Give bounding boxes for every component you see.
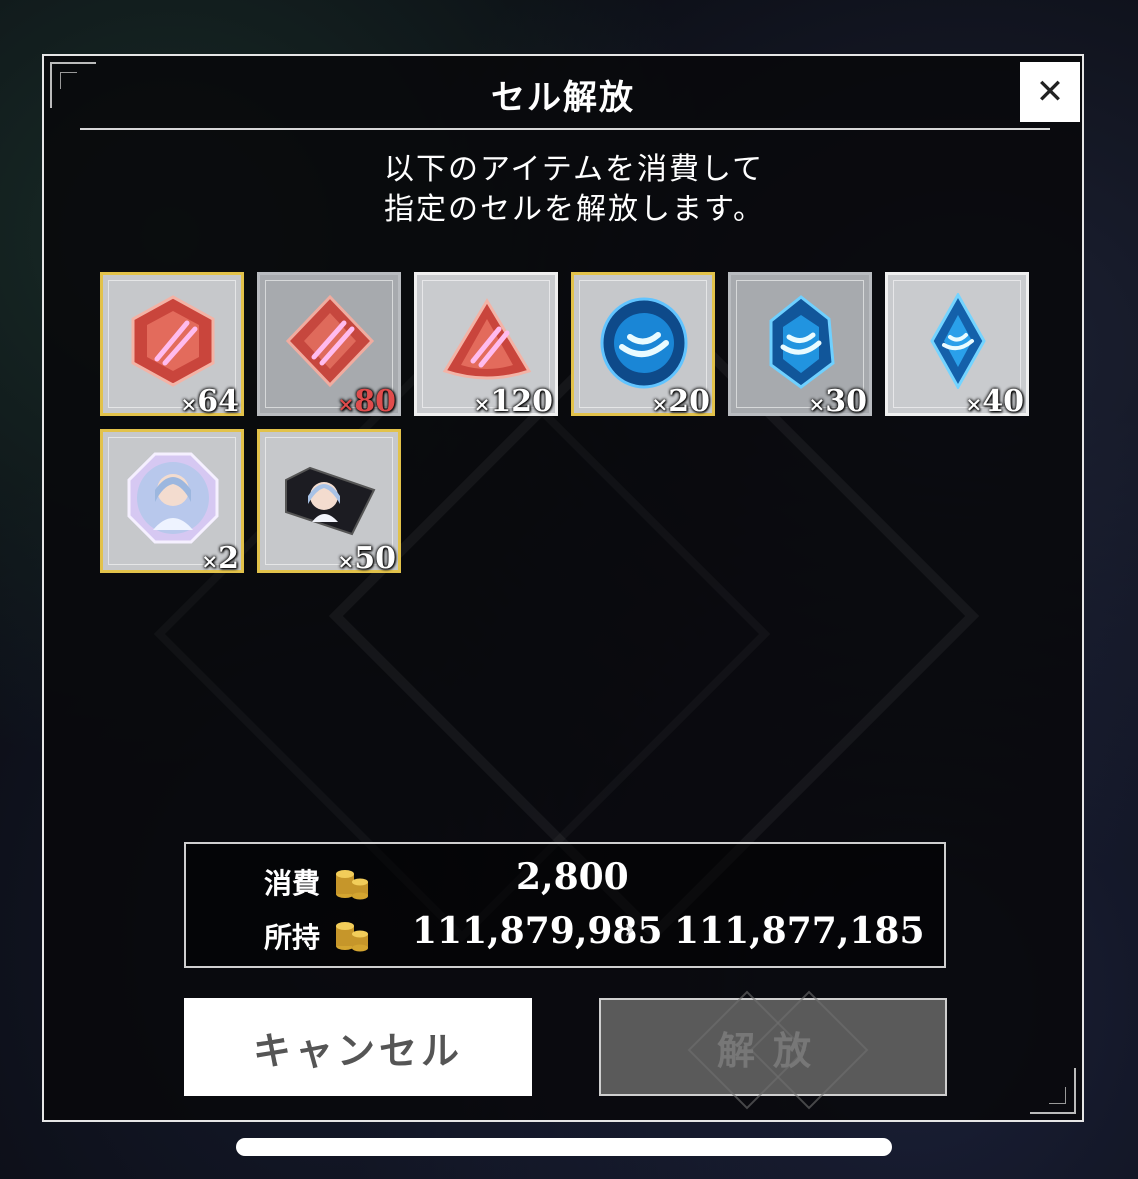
red-triangle-gem-icon <box>442 298 532 380</box>
item-slot[interactable]: ×50 <box>257 429 401 576</box>
cell-release-dialog: セル解放 ✕ 以下のアイテムを消費して 指定のセルを解放します。 ×64 ×80… <box>42 54 1084 1122</box>
release-button[interactable]: 解放 <box>599 990 947 1110</box>
item-slot[interactable]: ×20 <box>571 272 715 419</box>
item-quantity: ×40 <box>965 384 1024 419</box>
gold-coin-stack-icon <box>336 870 368 900</box>
owned-after-value: 111,877,185 <box>674 910 925 952</box>
item-quantity: ×80 <box>337 384 396 419</box>
character-portrait-medal-icon <box>127 452 219 544</box>
dialog-description: 以下のアイテムを消費して 指定のセルを解放します。 <box>384 150 765 230</box>
title-divider <box>80 128 1050 130</box>
home-indicator[interactable] <box>236 1138 892 1156</box>
description-line: 以下のアイテムを消費して <box>384 152 765 187</box>
item-quantity: ×120 <box>473 384 553 419</box>
item-slot[interactable]: ×30 <box>728 272 872 419</box>
consume-value: 2,800 <box>516 856 629 898</box>
red-hexagon-gem-icon <box>131 295 215 387</box>
item-quantity: ×50 <box>337 541 396 576</box>
cost-summary: 消費 2,800 所持 111,879,985 › 111,877,185 <box>184 842 946 968</box>
item-quantity: ×2 <box>201 541 239 576</box>
gold-coin-stack-icon <box>336 922 368 952</box>
corner-ornament <box>1030 1068 1076 1114</box>
blue-oval-crystal-icon <box>769 295 835 389</box>
item-slot[interactable]: ×80 <box>257 272 401 419</box>
character-portrait-ticket-icon <box>285 466 376 536</box>
item-quantity: ×30 <box>808 384 867 419</box>
close-icon: ✕ <box>1035 72 1065 112</box>
red-diamond-gem-icon <box>285 294 375 388</box>
release-button-label: 解放 <box>716 1028 829 1073</box>
item-slot[interactable]: ×40 <box>885 272 1029 419</box>
owned-label: 所持 <box>264 921 321 954</box>
cancel-button[interactable]: キャンセル <box>184 998 532 1096</box>
chevron-right-icon: › <box>624 912 636 945</box>
consume-label: 消費 <box>264 867 321 900</box>
item-slot[interactable]: ×2 <box>100 429 244 576</box>
cancel-button-label: キャンセル <box>252 1028 463 1073</box>
blue-round-crystal-icon <box>600 297 688 389</box>
item-slot[interactable]: ×120 <box>414 272 558 419</box>
item-slot[interactable]: ×64 <box>100 272 244 419</box>
close-button[interactable]: ✕ <box>1020 62 1080 122</box>
item-quantity: ×64 <box>180 384 239 419</box>
item-quantity: ×20 <box>651 384 710 419</box>
blue-shard-crystal-icon <box>930 293 986 389</box>
dialog-title: セル解放 <box>491 78 635 118</box>
description-line: 指定のセルを解放します。 <box>384 192 765 227</box>
